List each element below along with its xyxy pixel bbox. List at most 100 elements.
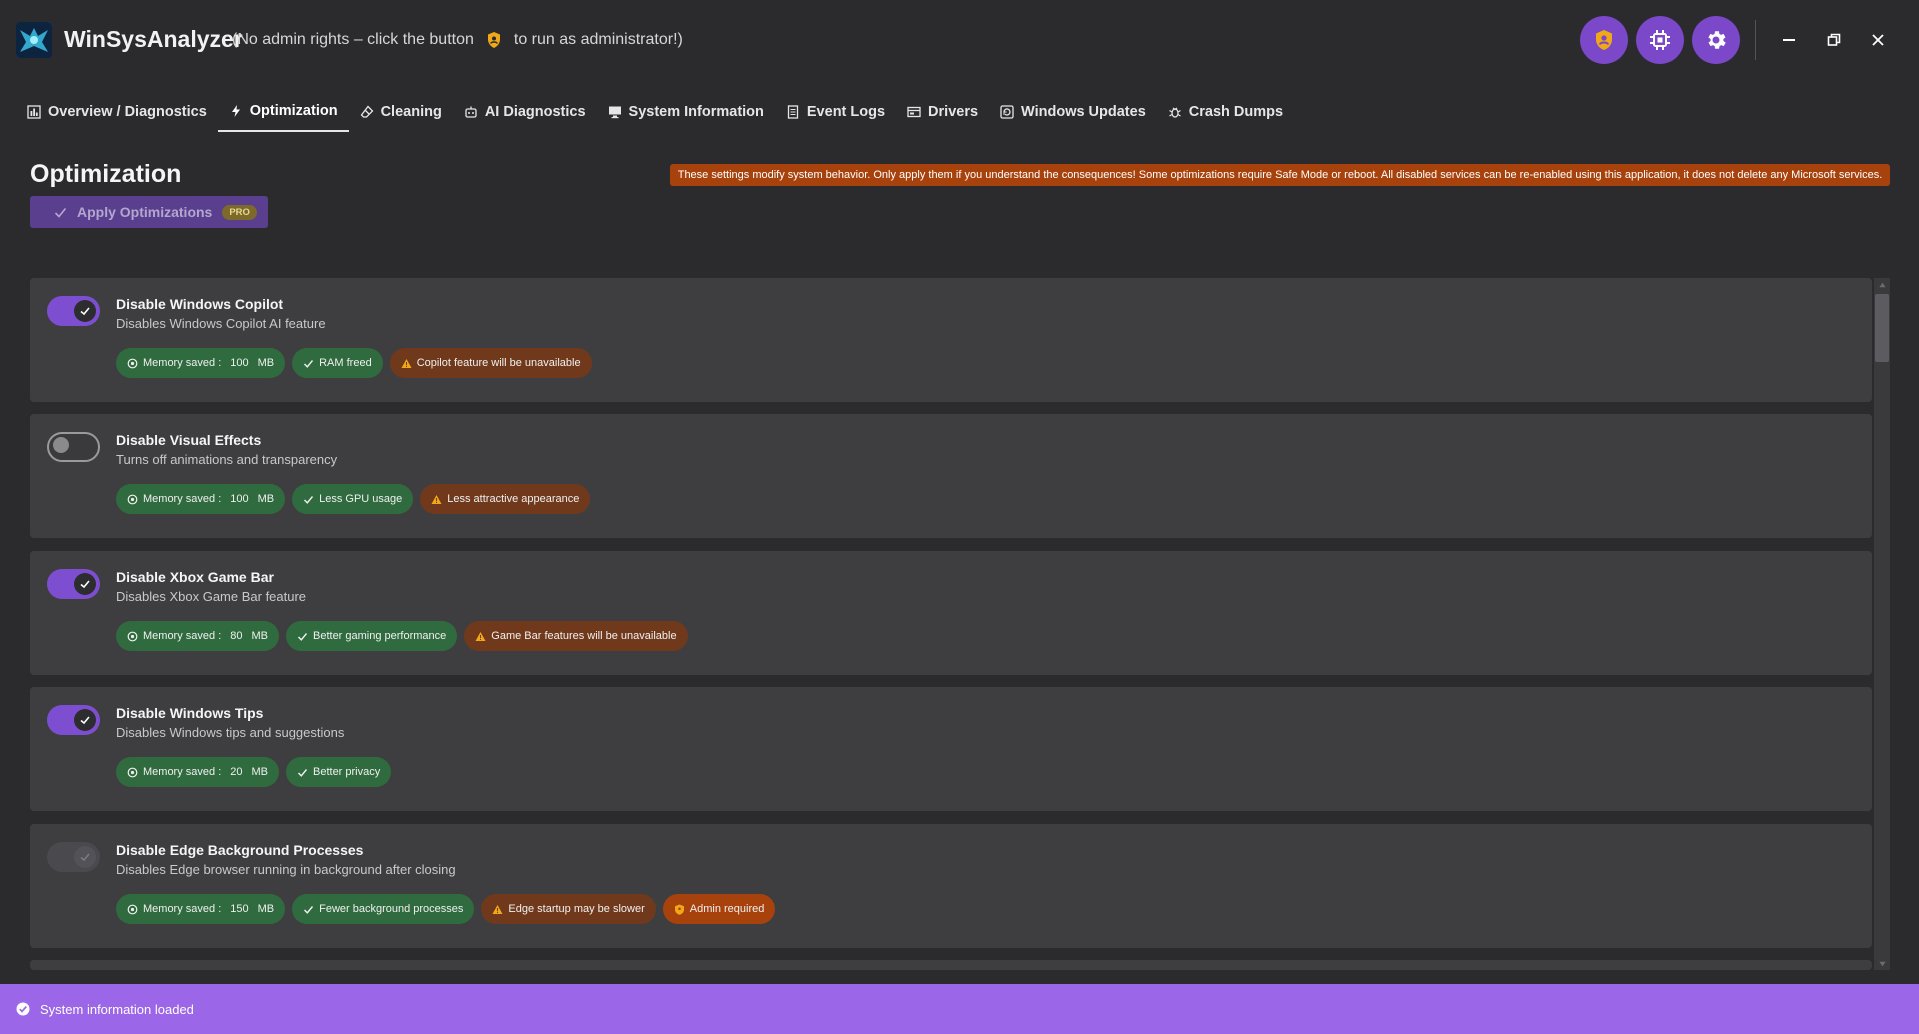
main-tabs: Overview / Diagnostics Optimization Clea… bbox=[16, 92, 1294, 134]
optimization-card-next bbox=[30, 960, 1872, 970]
bar-chart-icon bbox=[27, 105, 41, 119]
warning-label: Game Bar features will be unavailable bbox=[491, 630, 677, 642]
scroll-down-button[interactable] bbox=[1874, 956, 1890, 970]
memory-saved-unit: MB bbox=[251, 630, 269, 642]
check-icon bbox=[80, 716, 90, 725]
memory-saved-label: Memory saved : bbox=[143, 766, 222, 778]
memory-saved-chip: Memory saved : 100 MB bbox=[116, 484, 286, 514]
warning-banner: These settings modify system behavior. O… bbox=[670, 164, 1890, 186]
visual-effects-toggle[interactable] bbox=[47, 432, 100, 462]
title-separator bbox=[1755, 20, 1756, 60]
memory-saved-value: 20 bbox=[230, 766, 243, 778]
windows-tips-toggle[interactable] bbox=[47, 705, 100, 735]
admin-note-suffix: to run as administrator!) bbox=[513, 31, 683, 48]
warning-label: Copilot feature will be unavailable bbox=[416, 357, 581, 369]
check-icon bbox=[54, 207, 67, 218]
gear-icon bbox=[1708, 31, 1726, 49]
tab-label: Optimization bbox=[249, 103, 338, 119]
hardware-button[interactable] bbox=[1636, 16, 1684, 64]
minimize-icon bbox=[1783, 39, 1795, 41]
memory-icon bbox=[127, 358, 138, 368]
memory-icon bbox=[127, 494, 138, 504]
benefit-label: Better privacy bbox=[313, 766, 381, 778]
memory-icon bbox=[127, 904, 138, 914]
xbox-game-bar-toggle[interactable] bbox=[47, 569, 100, 599]
optimization-desc: Turns off animations and transparency bbox=[116, 452, 338, 467]
check-icon bbox=[80, 853, 90, 862]
check-icon bbox=[298, 632, 308, 641]
tab-label: Overview / Diagnostics bbox=[48, 104, 207, 120]
tab-label: AI Diagnostics bbox=[484, 104, 586, 120]
warning-chip: Copilot feature will be unavailable bbox=[389, 348, 592, 378]
arrow-up-icon bbox=[1878, 282, 1886, 287]
toggle-knob bbox=[74, 573, 96, 595]
optimization-card-windows-tips: Disable Windows Tips Disables Windows ti… bbox=[30, 687, 1872, 811]
toggle-knob bbox=[74, 300, 96, 322]
eraser-icon bbox=[360, 105, 373, 118]
copilot-toggle[interactable] bbox=[47, 296, 100, 326]
run-as-admin-button[interactable] bbox=[1580, 16, 1628, 64]
memory-icon bbox=[127, 767, 138, 777]
settings-button[interactable] bbox=[1692, 16, 1740, 64]
optimization-title: Disable Visual Effects bbox=[116, 432, 262, 448]
optimization-desc: Disables Edge browser running in backgro… bbox=[116, 862, 456, 877]
admin-rights-note: (No admin rights – click the button to r… bbox=[232, 31, 683, 49]
warning-label: Edge startup may be slower bbox=[508, 903, 645, 915]
tab-label: Cleaning bbox=[380, 104, 442, 120]
app-logo-icon bbox=[16, 22, 52, 58]
monitor-icon bbox=[608, 106, 621, 119]
admin-required-label: Admin required bbox=[689, 903, 765, 915]
minimize-button[interactable] bbox=[1775, 26, 1803, 54]
memory-saved-value: 150 bbox=[230, 903, 249, 915]
scroll-up-button[interactable] bbox=[1874, 278, 1890, 292]
tab-label: Windows Updates bbox=[1021, 104, 1146, 120]
warning-triangle-icon bbox=[475, 631, 486, 641]
optimization-desc: Disables Windows tips and suggestions bbox=[116, 725, 345, 740]
status-bar: System information loaded bbox=[0, 984, 1919, 1034]
check-icon bbox=[304, 359, 314, 368]
shield-icon bbox=[674, 904, 684, 915]
tab-system-information[interactable]: System Information bbox=[597, 92, 775, 132]
benefit-chip: Fewer background processes bbox=[292, 894, 475, 924]
optimization-chips: Memory saved : 20 MB Better privacy bbox=[116, 757, 392, 787]
tab-cleaning[interactable]: Cleaning bbox=[349, 92, 453, 132]
close-icon bbox=[1872, 34, 1884, 46]
apply-optimizations-button[interactable]: Apply Optimizations PRO bbox=[30, 196, 268, 228]
list-scrollbar[interactable] bbox=[1874, 278, 1890, 970]
admin-required-chip: Admin required bbox=[662, 894, 776, 924]
close-button[interactable] bbox=[1864, 26, 1892, 54]
check-circle-icon bbox=[16, 1002, 30, 1016]
memory-saved-label: Memory saved : bbox=[143, 357, 222, 369]
tab-optimization[interactable]: Optimization bbox=[217, 92, 349, 132]
memory-saved-chip: Memory saved : 80 MB bbox=[116, 621, 279, 651]
warning-chip: Game Bar features will be unavailable bbox=[464, 621, 688, 651]
tab-windows-updates[interactable]: Windows Updates bbox=[989, 92, 1157, 132]
optimization-chips: Memory saved : 150 MB Fewer background p… bbox=[116, 894, 776, 924]
memory-icon bbox=[127, 631, 138, 641]
memory-saved-label: Memory saved : bbox=[143, 630, 222, 642]
shield-icon bbox=[1596, 30, 1612, 50]
memory-saved-unit: MB bbox=[257, 493, 275, 505]
tab-ai-diagnostics[interactable]: AI Diagnostics bbox=[453, 92, 597, 132]
tab-overview[interactable]: Overview / Diagnostics bbox=[16, 92, 218, 132]
scroll-thumb[interactable] bbox=[1875, 294, 1889, 362]
optimization-title: Disable Edge Background Processes bbox=[116, 842, 364, 858]
optimization-title: Disable Xbox Game Bar bbox=[116, 569, 274, 585]
check-icon bbox=[80, 307, 90, 316]
warning-label: Less attractive appearance bbox=[447, 493, 580, 505]
tab-label: Drivers bbox=[928, 104, 979, 120]
edge-background-toggle[interactable] bbox=[47, 842, 100, 872]
memory-saved-unit: MB bbox=[257, 903, 275, 915]
tab-label: Event Logs bbox=[806, 104, 886, 120]
status-text: System information loaded bbox=[40, 1001, 194, 1017]
optimization-card-visual-effects: Disable Visual Effects Turns off animati… bbox=[30, 414, 1872, 538]
tab-event-logs[interactable]: Event Logs bbox=[775, 92, 896, 132]
memory-saved-unit: MB bbox=[257, 357, 275, 369]
robot-icon bbox=[465, 106, 477, 118]
tab-drivers[interactable]: Drivers bbox=[896, 92, 989, 132]
warning-chip: Less attractive appearance bbox=[420, 484, 591, 514]
restore-button[interactable] bbox=[1820, 26, 1848, 54]
memory-saved-chip: Memory saved : 20 MB bbox=[116, 757, 279, 787]
tab-crash-dumps[interactable]: Crash Dumps bbox=[1157, 92, 1294, 132]
document-icon bbox=[787, 105, 799, 119]
